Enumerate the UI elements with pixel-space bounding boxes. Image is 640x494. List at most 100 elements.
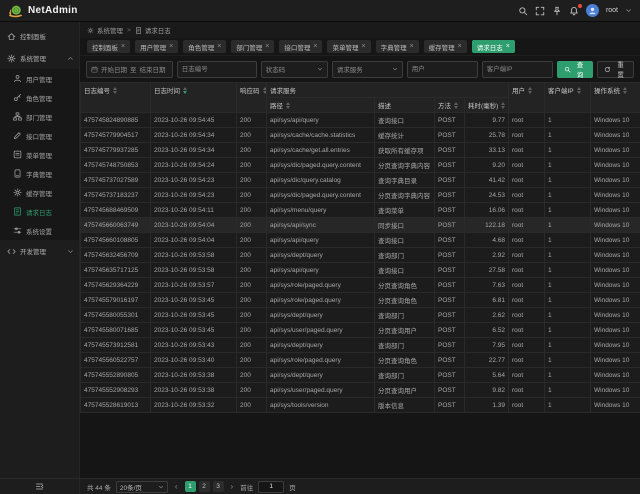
- table-row[interactable]: 4757457371832372023-10-26 09:54:23200api…: [81, 188, 640, 203]
- sidebar-item-dev[interactable]: 开发管理: [0, 240, 79, 262]
- sidebar-item-dashboard[interactable]: 控制面板: [0, 25, 79, 47]
- table-row[interactable]: 4757455528908052023-10-26 09:53:38200api…: [81, 368, 640, 383]
- table-row[interactable]: 4757457799045172023-10-26 09:54:34200api…: [81, 128, 640, 143]
- chevron-down-icon: [317, 66, 323, 72]
- sidebar-item-settings[interactable]: 系统设置: [0, 221, 79, 240]
- search-icon[interactable]: [518, 6, 528, 16]
- close-icon[interactable]: ×: [121, 43, 125, 50]
- date-range-picker[interactable]: 开始日期 至 结束日期: [86, 61, 173, 78]
- cell-log_time: 2023-10-26 09:53:58: [151, 248, 237, 263]
- table-row[interactable]: 4757457799372852023-10-26 09:54:34200api…: [81, 143, 640, 158]
- collapse-sidebar-icon[interactable]: [35, 482, 44, 491]
- col-log-time[interactable]: 日志时间: [151, 83, 237, 113]
- table-row[interactable]: 4757456600637492023-10-26 09:54:04200api…: [81, 218, 640, 233]
- sidebar-item-log[interactable]: 请求日志: [0, 202, 79, 221]
- tab[interactable]: 用户管理×: [135, 40, 178, 53]
- page-size-select[interactable]: 20条/页: [116, 481, 168, 493]
- close-icon[interactable]: ×: [265, 43, 269, 50]
- sort-icon[interactable]: [528, 87, 532, 94]
- brand[interactable]: NetAdmin: [8, 3, 78, 18]
- service-select[interactable]: 请求服务: [332, 61, 403, 78]
- close-icon[interactable]: ×: [361, 43, 365, 50]
- page-button-3[interactable]: 3: [213, 481, 224, 492]
- table-row[interactable]: 4757455286190132023-10-26 09:53:32200api…: [81, 398, 640, 413]
- sort-desc-icon[interactable]: [183, 87, 187, 94]
- cell-path: api/sys/dept/query: [267, 368, 375, 383]
- tab[interactable]: 接口管理×: [279, 40, 322, 53]
- tab[interactable]: 部门管理×: [231, 40, 274, 53]
- sort-icon[interactable]: [263, 87, 267, 94]
- notification-icon[interactable]: [569, 6, 579, 16]
- table-row[interactable]: 4757455739125812023-10-26 09:53:43200api…: [81, 338, 640, 353]
- pin-icon[interactable]: [552, 6, 562, 16]
- cell-client_ip: 1: [545, 293, 591, 308]
- tab[interactable]: 缓存管理×: [424, 40, 467, 53]
- next-page-button[interactable]: ›: [229, 483, 236, 491]
- close-icon[interactable]: ×: [217, 43, 221, 50]
- breadcrumb-item-request-log[interactable]: 请求日志: [135, 25, 171, 35]
- col-duration[interactable]: 耗时(毫秒): [465, 98, 509, 113]
- sort-icon[interactable]: [623, 87, 627, 94]
- close-icon[interactable]: ×: [169, 43, 173, 50]
- sidebar-item-dict[interactable]: 字典管理: [0, 164, 79, 183]
- user-input[interactable]: [407, 61, 478, 78]
- table-row[interactable]: 4757456884695092023-10-26 09:54:11200api…: [81, 203, 640, 218]
- sort-icon[interactable]: [577, 87, 581, 94]
- close-icon[interactable]: ×: [313, 43, 317, 50]
- col-status-code[interactable]: 响应码: [237, 83, 267, 113]
- sort-icon[interactable]: [286, 102, 290, 109]
- tab[interactable]: 字典管理×: [376, 40, 419, 53]
- close-icon[interactable]: ×: [410, 43, 414, 50]
- page-button-1[interactable]: 1: [185, 481, 196, 492]
- col-user[interactable]: 用户: [509, 83, 545, 113]
- status-code-select[interactable]: 状态码: [261, 61, 328, 78]
- cell-user: root: [509, 308, 545, 323]
- reset-button[interactable]: 重置: [597, 61, 634, 78]
- sidebar-item-menu[interactable]: 菜单管理: [0, 145, 79, 164]
- table-row[interactable]: 4757457487508532023-10-26 09:54:24200api…: [81, 158, 640, 173]
- col-path[interactable]: 路径: [267, 98, 375, 113]
- table-row[interactable]: 4757455529082932023-10-26 09:53:38200api…: [81, 383, 640, 398]
- close-icon[interactable]: ×: [506, 43, 510, 50]
- sort-icon[interactable]: [501, 102, 505, 109]
- avatar[interactable]: [586, 4, 599, 17]
- table-row[interactable]: 4757455790161972023-10-26 09:53:45200api…: [81, 293, 640, 308]
- close-icon[interactable]: ×: [458, 43, 462, 50]
- sidebar-item-user[interactable]: 用户管理: [0, 69, 79, 88]
- cell-method: POST: [435, 278, 465, 293]
- col-method[interactable]: 方法: [435, 98, 465, 113]
- col-log-id[interactable]: 日志编号: [81, 83, 151, 113]
- sort-icon[interactable]: [113, 87, 117, 94]
- sort-icon[interactable]: [454, 102, 458, 109]
- tab[interactable]: 控制面板×: [87, 40, 130, 53]
- chevron-down-icon[interactable]: [625, 7, 632, 14]
- tab[interactable]: 请求日志×: [472, 40, 515, 53]
- tab[interactable]: 菜单管理×: [327, 40, 370, 53]
- table-row[interactable]: 4757456357171252023-10-26 09:53:58200api…: [81, 263, 640, 278]
- log-id-input[interactable]: [177, 61, 257, 78]
- table-row[interactable]: 4757457370275892023-10-26 09:54:23200api…: [81, 173, 640, 188]
- sidebar-item-dept[interactable]: 部门管理: [0, 107, 79, 126]
- tab[interactable]: 角色管理×: [183, 40, 226, 53]
- col-os[interactable]: 操作系统: [591, 83, 640, 113]
- client-ip-input[interactable]: [482, 61, 553, 78]
- table-row[interactable]: 4757455800553012023-10-26 09:53:45200api…: [81, 308, 640, 323]
- fullscreen-icon[interactable]: [535, 6, 545, 16]
- table-row[interactable]: 4757456601088052023-10-26 09:54:04200api…: [81, 233, 640, 248]
- table-row[interactable]: 4757456324567092023-10-26 09:53:58200api…: [81, 248, 640, 263]
- goto-page-input[interactable]: [258, 481, 284, 493]
- sidebar-item-system[interactable]: 系统管理: [0, 47, 79, 69]
- sidebar-item-cache[interactable]: 缓存管理: [0, 183, 79, 202]
- sidebar-item-api[interactable]: 接口管理: [0, 126, 79, 145]
- sidebar-item-role[interactable]: 角色管理: [0, 88, 79, 107]
- table-row[interactable]: 4757458248908852023-10-26 09:54:45200api…: [81, 113, 640, 128]
- page-button-2[interactable]: 2: [199, 481, 210, 492]
- query-button[interactable]: 查询: [557, 61, 594, 78]
- prev-page-button[interactable]: ‹: [173, 483, 180, 491]
- col-client-ip[interactable]: 客户端IP: [545, 83, 591, 113]
- table-row[interactable]: 4757456293642292023-10-26 09:53:57200api…: [81, 278, 640, 293]
- breadcrumb-item-system[interactable]: 系统管理: [87, 25, 123, 35]
- table-row[interactable]: 4757455605227572023-10-26 09:53:40200api…: [81, 353, 640, 368]
- table-row[interactable]: 4757455800716852023-10-26 09:53:45200api…: [81, 323, 640, 338]
- username[interactable]: root: [606, 7, 618, 14]
